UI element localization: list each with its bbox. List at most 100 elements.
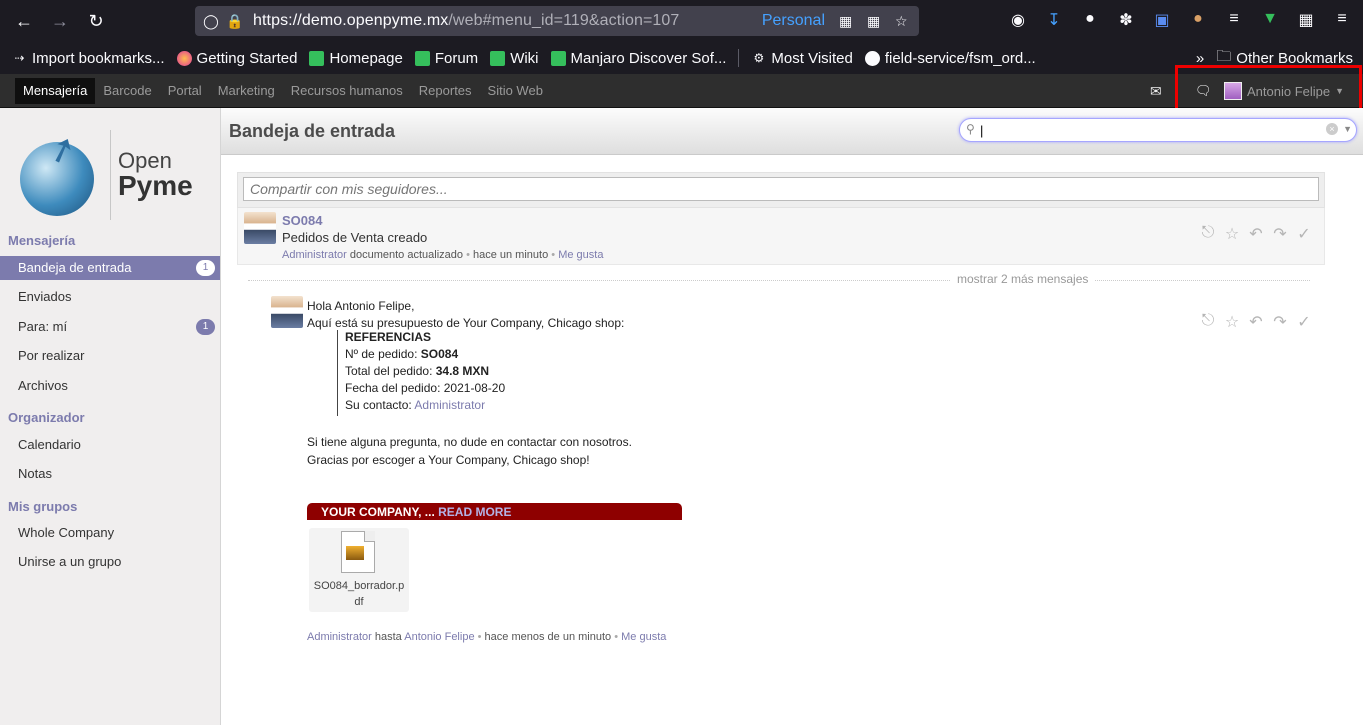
other-bookmarks[interactable]: » 🗀 Other Bookmarks <box>1196 42 1353 74</box>
recipient-link[interactable]: Antonio Felipe <box>404 631 474 643</box>
inbox-icon[interactable]: ⎋ <box>1196 312 1220 332</box>
sidebar-item-calendario[interactable]: Calendario <box>0 433 220 457</box>
lock-icon[interactable]: 🔒 <box>223 13 247 30</box>
sidebar-item-archivos[interactable]: Archivos <box>0 374 220 398</box>
user-menu[interactable]: Antonio Felipe ▼ <box>1224 82 1344 100</box>
reply-icon[interactable]: ↶ <box>1244 224 1268 244</box>
author-link[interactable]: Administrator <box>307 631 372 643</box>
star-icon[interactable]: ☆ <box>1220 224 1244 244</box>
pocket-icon[interactable]: ◉ <box>1007 10 1029 30</box>
thanks-text: Gracias por escoger a Your Company, Chic… <box>307 453 590 467</box>
back-button[interactable]: ← <box>6 0 42 42</box>
menu-mensajeria[interactable]: Mensajería <box>15 78 96 104</box>
check-icon[interactable]: ✓ <box>1292 224 1316 244</box>
sidebar-item-unirse-grupo[interactable]: Unirse a un grupo <box>0 550 220 574</box>
like-link[interactable]: Me gusta <box>621 631 666 643</box>
attachment[interactable]: SO084_borrador.pdf <box>309 528 409 612</box>
star-icon[interactable]: ☆ <box>895 13 908 30</box>
chevrons-icon[interactable]: » <box>1196 50 1204 67</box>
reply-icon[interactable]: ↶ <box>1244 312 1268 332</box>
menu-recursos-humanos[interactable]: Recursos humanos <box>283 78 411 104</box>
sidebar-item-por-realizar[interactable]: Por realizar <box>0 344 220 368</box>
show-more-link[interactable]: mostrar 2 más mensajes <box>951 272 1095 286</box>
extension-bird-icon[interactable]: ✽ <box>1115 10 1137 30</box>
clear-icon[interactable]: × <box>1326 123 1338 135</box>
author-avatar[interactable] <box>271 296 303 328</box>
menu-icon[interactable]: ≡ <box>1331 10 1353 28</box>
message-actions: ⎋ ☆ ↶ ↷ ✓ <box>1196 224 1316 244</box>
manjaro-icon <box>309 50 325 66</box>
message-meta: Administrator documento actualizado • ha… <box>282 249 604 261</box>
order-total: 34.8 MXN <box>435 364 490 378</box>
shield-icon[interactable]: ◯ <box>199 13 223 30</box>
unread-badge: 1 <box>196 319 215 335</box>
download-icon[interactable]: ↧ <box>1043 10 1065 30</box>
message-item: Hola Antonio Felipe, Aquí está su presup… <box>265 290 1325 650</box>
compose-input[interactable] <box>243 177 1319 201</box>
divider <box>248 280 1310 281</box>
forward-button[interactable]: → <box>42 0 78 42</box>
bookmark-field-service[interactable]: field-service/fsm_ord... <box>864 50 1036 67</box>
bookmark-most-visited[interactable]: ⚙ Most Visited <box>751 50 853 67</box>
chevron-down-icon[interactable]: ▼ <box>1343 124 1352 134</box>
url-text[interactable]: https://demo.openpyme.mx/web#menu_id=119… <box>253 12 679 30</box>
check-icon[interactable]: ✓ <box>1292 312 1316 332</box>
folder-icon: 🗀 <box>1216 47 1232 65</box>
reload-button[interactable]: ↻ <box>78 0 114 42</box>
gear-icon: ⚙ <box>753 51 765 65</box>
extension-c-icon[interactable]: ● <box>1079 10 1101 28</box>
sidebar: ➚ Open Pyme Mensajería Bandeja de entrad… <box>0 108 221 725</box>
contact-link[interactable]: Administrator <box>414 398 485 412</box>
bookmarks-bar: ⇢ Import bookmarks... Getting Started Hom… <box>0 42 1363 74</box>
manjaro-icon <box>414 50 430 66</box>
extension-shield-icon[interactable]: ▼ <box>1259 10 1281 28</box>
message-meta: Administrator hasta Antonio Felipe • hac… <box>307 631 667 643</box>
bookmark-import[interactable]: ⇢ Import bookmarks... <box>12 50 164 67</box>
openpyme-logo[interactable]: ➚ Open Pyme <box>18 127 208 220</box>
search-input[interactable] <box>980 122 1320 138</box>
bookmark-manjaro-discover[interactable]: Manjaro Discover Sof... <box>550 50 726 67</box>
message-title[interactable]: SO084 <box>282 213 322 228</box>
star-icon[interactable]: ☆ <box>1220 312 1244 332</box>
author-link[interactable]: Administrator <box>282 249 347 261</box>
message-item: SO084 Pedidos de Venta creado Administra… <box>237 208 1325 265</box>
search-box[interactable]: ⚲ × ▼ <box>959 118 1357 142</box>
bookmark-wiki[interactable]: Wiki <box>490 50 539 67</box>
compose-area <box>237 172 1325 208</box>
container-label[interactable]: Personal <box>762 12 825 30</box>
grid-icon[interactable]: ▦ <box>867 13 880 30</box>
url-bar[interactable]: ◯ 🔒 https://demo.openpyme.mx/web#menu_id… <box>195 6 919 36</box>
sidebar-item-notas[interactable]: Notas <box>0 462 220 486</box>
section-mensajeria: Mensajería <box>8 233 76 248</box>
forward-icon[interactable]: ↷ <box>1268 312 1292 332</box>
translate-extension-icon[interactable]: ▣ <box>1151 10 1173 30</box>
section-mis-grupos: Mis grupos <box>8 499 78 514</box>
menu-barcode[interactable]: Barcode <box>95 78 159 104</box>
menu-reportes[interactable]: Reportes <box>411 78 480 104</box>
mail-icon[interactable]: ✉ <box>1150 83 1162 100</box>
menu-sitio-web[interactable]: Sitio Web <box>480 78 551 104</box>
extensions-icon[interactable]: ▦ <box>1295 10 1317 30</box>
read-more-link[interactable]: READ MORE <box>438 505 511 519</box>
manjaro-icon <box>490 50 506 66</box>
bookmark-getting-started[interactable]: Getting Started <box>176 50 297 67</box>
app-top-nav: Mensajería Barcode Portal Marketing Recu… <box>0 74 1363 108</box>
sidebar-item-bandeja[interactable]: Bandeja de entrada 1 <box>0 256 220 280</box>
forward-icon[interactable]: ↷ <box>1268 224 1292 244</box>
company-bar: YOUR COMPANY, ... READ MORE <box>307 503 682 520</box>
bookmark-homepage[interactable]: Homepage <box>309 50 403 67</box>
author-avatar[interactable] <box>244 212 276 244</box>
extension-monkey-icon[interactable]: ● <box>1187 10 1209 28</box>
inbox-icon[interactable]: ⎋ <box>1196 224 1220 244</box>
sidebar-item-enviados[interactable]: Enviados <box>0 285 220 309</box>
sidebar-item-whole-company[interactable]: Whole Company <box>0 521 220 545</box>
translate-icon[interactable]: ▦ <box>839 13 852 30</box>
bookmark-forum[interactable]: Forum <box>414 50 478 67</box>
menu-marketing[interactable]: Marketing <box>210 78 283 104</box>
menu-portal[interactable]: Portal <box>160 78 210 104</box>
extension-text-icon[interactable]: ≡ <box>1223 10 1245 28</box>
bookmark-separator <box>738 49 740 67</box>
like-link[interactable]: Me gusta <box>558 249 603 261</box>
sidebar-item-para-mi[interactable]: Para: mí 1 <box>0 315 220 339</box>
chat-icon[interactable]: 🗨 <box>1195 83 1212 99</box>
